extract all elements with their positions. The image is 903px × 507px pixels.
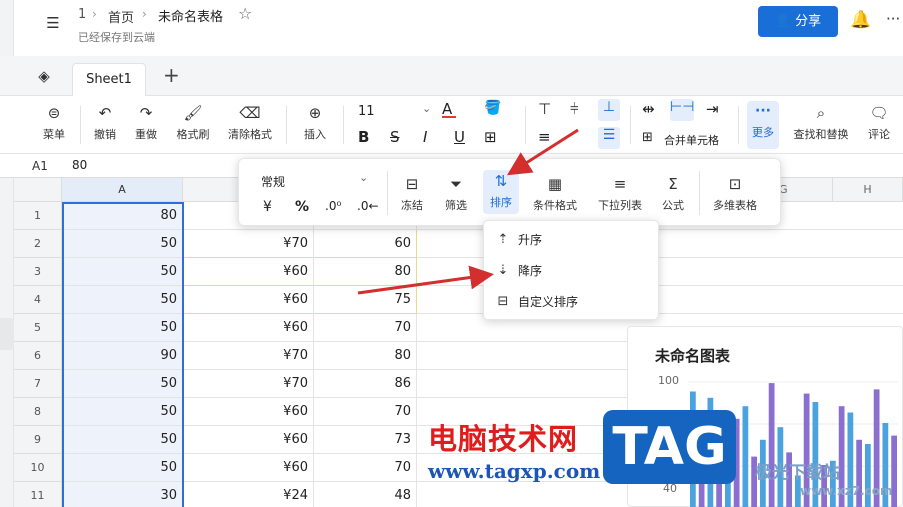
- watermark-cn: 电脑技术网: [428, 422, 579, 456]
- watermark-url: www.tagxp.com: [428, 459, 601, 483]
- watermark-brand-url: www.xz7.com: [800, 484, 893, 498]
- arrow-to-sort: [506, 128, 579, 176]
- watermark-brand: 极光下载站: [755, 463, 840, 483]
- arrow-to-descending: [357, 265, 494, 295]
- watermark-tag-logo: TAG: [603, 410, 736, 484]
